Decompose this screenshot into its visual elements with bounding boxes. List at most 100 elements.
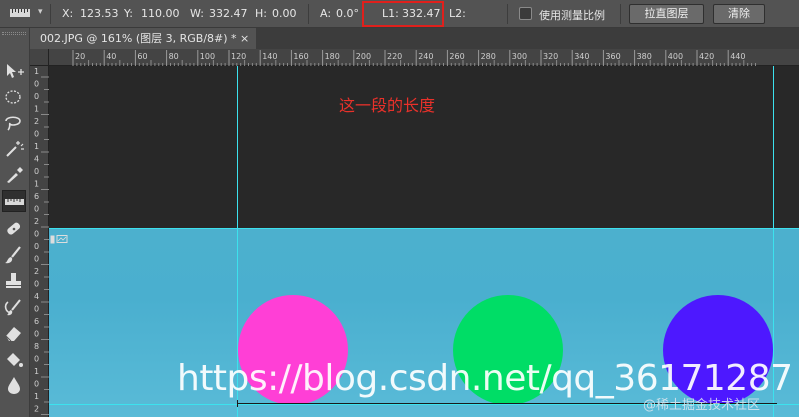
ruler-label: 20 bbox=[75, 52, 85, 61]
ruler-label: 0 bbox=[34, 167, 39, 176]
ruler-label: 0 bbox=[34, 130, 39, 139]
toolbox-grip[interactable] bbox=[2, 32, 26, 35]
healing-brush-icon[interactable] bbox=[2, 218, 26, 240]
ruler-label: 1 bbox=[34, 392, 39, 401]
ruler-label: 60 bbox=[137, 52, 147, 61]
use-measurement-scale-label: 使用测量比例 bbox=[539, 9, 605, 22]
ruler-corner bbox=[30, 49, 49, 66]
eraser-icon[interactable] bbox=[2, 322, 26, 344]
l1-label: L1: bbox=[382, 7, 399, 20]
a-label: A: bbox=[320, 7, 332, 20]
x-value: 123.53 bbox=[80, 7, 119, 20]
chevron-down-icon[interactable]: ▾ bbox=[38, 7, 43, 17]
ruler-label: 100 bbox=[200, 52, 215, 61]
a-value: 0.0° bbox=[336, 7, 359, 20]
ruler-label: 8 bbox=[34, 342, 39, 351]
straighten-layer-button[interactable]: 拉直图层 bbox=[629, 4, 704, 24]
ruler-label: 140 bbox=[262, 52, 277, 61]
move-icon[interactable] bbox=[2, 60, 26, 82]
clear-button[interactable]: 清除 bbox=[713, 4, 765, 24]
separator bbox=[50, 4, 51, 24]
separator bbox=[620, 4, 621, 24]
w-label: W: bbox=[190, 7, 204, 20]
ruler-label: 1 bbox=[34, 180, 39, 189]
l1-value: 332.47 bbox=[402, 7, 441, 20]
measure-line-endpoint[interactable] bbox=[237, 400, 238, 407]
blur-icon[interactable] bbox=[2, 374, 26, 396]
brush-icon[interactable] bbox=[2, 244, 26, 266]
ruler-label: 240 bbox=[418, 52, 433, 61]
ruler-icon[interactable] bbox=[8, 6, 34, 22]
ruler-label: 220 bbox=[387, 52, 402, 61]
ruler-label: 400 bbox=[668, 52, 683, 61]
toolbox bbox=[0, 28, 30, 417]
ruler-label: 260 bbox=[449, 52, 464, 61]
stamp-icon[interactable] bbox=[2, 270, 26, 292]
paint-bucket-icon[interactable] bbox=[2, 348, 26, 370]
ruler-label: 0 bbox=[34, 205, 39, 214]
ruler-label: 2 bbox=[34, 405, 39, 414]
ruler-label: 300 bbox=[512, 52, 527, 61]
ruler-label: 0 bbox=[34, 255, 39, 264]
close-icon[interactable]: × bbox=[240, 28, 249, 49]
ruler-label: 200 bbox=[356, 52, 371, 61]
ruler-label: 4 bbox=[34, 155, 39, 164]
ruler-label: 1 bbox=[34, 367, 39, 376]
ruler-label: 1 bbox=[34, 67, 39, 76]
magic-wand-icon[interactable] bbox=[2, 138, 26, 160]
ruler-label: 180 bbox=[325, 52, 340, 61]
ruler-label: 380 bbox=[637, 52, 652, 61]
ruler-label: 0 bbox=[34, 242, 39, 251]
options-bar: ▾ X: 123.53 Y: 110.00 W: 332.47 H: 0.00 … bbox=[0, 0, 799, 28]
ruler-label: 2 bbox=[34, 267, 39, 276]
history-brush-icon[interactable] bbox=[2, 296, 26, 318]
ruler-label: 160 bbox=[293, 52, 308, 61]
ruler-icon[interactable] bbox=[2, 190, 26, 212]
h-label: H: bbox=[255, 7, 267, 20]
ruler-label: 320 bbox=[543, 52, 558, 61]
separator bbox=[507, 4, 508, 24]
h-value: 0.00 bbox=[272, 7, 297, 20]
x-label: X: bbox=[62, 7, 74, 20]
ruler-label: 120 bbox=[231, 52, 246, 61]
ruler-label: 80 bbox=[169, 52, 179, 61]
document-canvas[interactable]: 这一段的长度 https://blog.csdn.net/qq_36171287… bbox=[49, 66, 799, 417]
ruler-label: 6 bbox=[34, 192, 39, 201]
lasso-icon[interactable] bbox=[2, 112, 26, 134]
use-measurement-scale-checkbox[interactable] bbox=[519, 7, 532, 20]
document-tab-title: 002.JPG @ 161% (图层 3, RGB/8#) * bbox=[40, 32, 237, 45]
ruler-label: 420 bbox=[699, 52, 714, 61]
ruler-label: 0 bbox=[34, 92, 39, 101]
ruler-label: 0 bbox=[34, 280, 39, 289]
ruler-label: 0 bbox=[34, 380, 39, 389]
ruler-label: 40 bbox=[106, 52, 116, 61]
ruler-label: 0 bbox=[34, 230, 39, 239]
guide-line-horizontal[interactable] bbox=[49, 228, 799, 229]
ruler-label: 2 bbox=[34, 117, 39, 126]
ruler-label: 0 bbox=[34, 305, 39, 314]
separator bbox=[308, 4, 309, 24]
ruler-label: 440 bbox=[730, 52, 745, 61]
ruler-label: 0 bbox=[34, 355, 39, 364]
l2-label: L2: bbox=[449, 7, 466, 20]
eyedropper-icon[interactable] bbox=[2, 164, 26, 186]
horizontal-ruler[interactable]: 20 40 60 80 100 120 140 160 180 200 220 240 260 280 30… bbox=[49, 49, 799, 66]
ruler-label: 4 bbox=[34, 292, 39, 301]
ruler-label: 360 bbox=[605, 52, 620, 61]
ruler-label: 1 bbox=[34, 105, 39, 114]
document-tab-bar: 002.JPG @ 161% (图层 3, RGB/8#) * × bbox=[30, 28, 799, 49]
watermark-sub: @稀土掘金技术社区 bbox=[643, 398, 761, 413]
ruler-label: 1 bbox=[34, 142, 39, 151]
y-value: 110.00 bbox=[141, 7, 180, 20]
measure-annotation: 这一段的长度 bbox=[339, 96, 436, 115]
ruler-label: 340 bbox=[574, 52, 589, 61]
ruler-label: 6 bbox=[34, 317, 39, 326]
ruler-label: 0 bbox=[34, 80, 39, 89]
vertical-ruler[interactable]: 1 0 0 1 2 0 1 4 0 1 6 0 2 0 0 0 2 0 4 0 6 0 8 0 1 0 1 2 bbox=[30, 66, 49, 417]
layer-bounds-icon bbox=[50, 229, 70, 244]
marquee-icon[interactable] bbox=[2, 86, 26, 108]
document-tab[interactable]: 002.JPG @ 161% (图层 3, RGB/8#) * × bbox=[30, 28, 256, 49]
ruler-label: 0 bbox=[34, 330, 39, 339]
y-label: Y: bbox=[124, 7, 133, 20]
ruler-label: 280 bbox=[481, 52, 496, 61]
